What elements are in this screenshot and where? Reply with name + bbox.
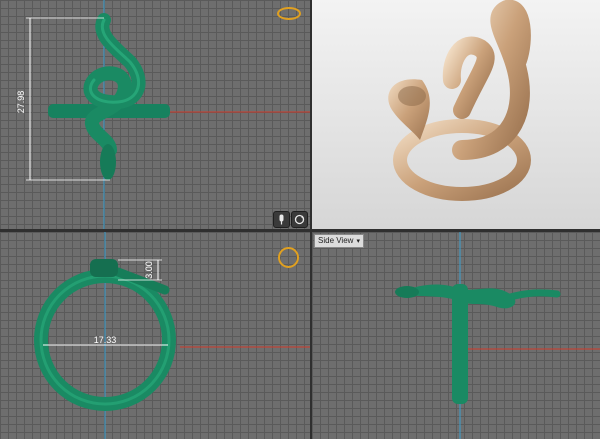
- thickness-dimension-label: 3.00: [144, 261, 154, 279]
- orbit-button[interactable]: [291, 211, 308, 228]
- viewport-divider-vertical[interactable]: [310, 0, 312, 439]
- snake-head-front: [90, 259, 118, 277]
- side-view-canvas: [395, 232, 600, 439]
- width-dimension-label: 17.33: [94, 335, 117, 345]
- perspective-viewport[interactable]: [312, 0, 600, 229]
- front-viewport[interactable]: 17.33 3.00: [0, 232, 310, 439]
- front-view-canvas: 17.33 3.00: [34, 232, 310, 439]
- view-selector-label: Side View: [318, 236, 354, 245]
- microphone-icon: [279, 214, 284, 225]
- microphone-button[interactable]: [273, 211, 290, 228]
- snake-body-top: [83, 13, 146, 157]
- top-view-canvas: 27.98: [16, 0, 310, 229]
- height-dimension-label: 27.98: [16, 91, 26, 114]
- gold-snake-loop-mid: [442, 36, 495, 119]
- perspective-canvas: [388, 0, 531, 201]
- ring-size-icon[interactable]: [278, 247, 299, 268]
- viewport-divider-horizontal[interactable]: [0, 229, 600, 232]
- snake-head-top: [100, 144, 116, 180]
- top-viewport[interactable]: 27.98: [0, 0, 310, 229]
- view-selector[interactable]: Side View ▾: [314, 234, 364, 248]
- orbit-icon: [294, 214, 305, 225]
- snake-head-side: [395, 286, 419, 298]
- side-viewport[interactable]: Side View ▾: [312, 232, 600, 439]
- chevron-down-icon: ▾: [356, 238, 360, 245]
- ring-view-icon[interactable]: [277, 7, 301, 20]
